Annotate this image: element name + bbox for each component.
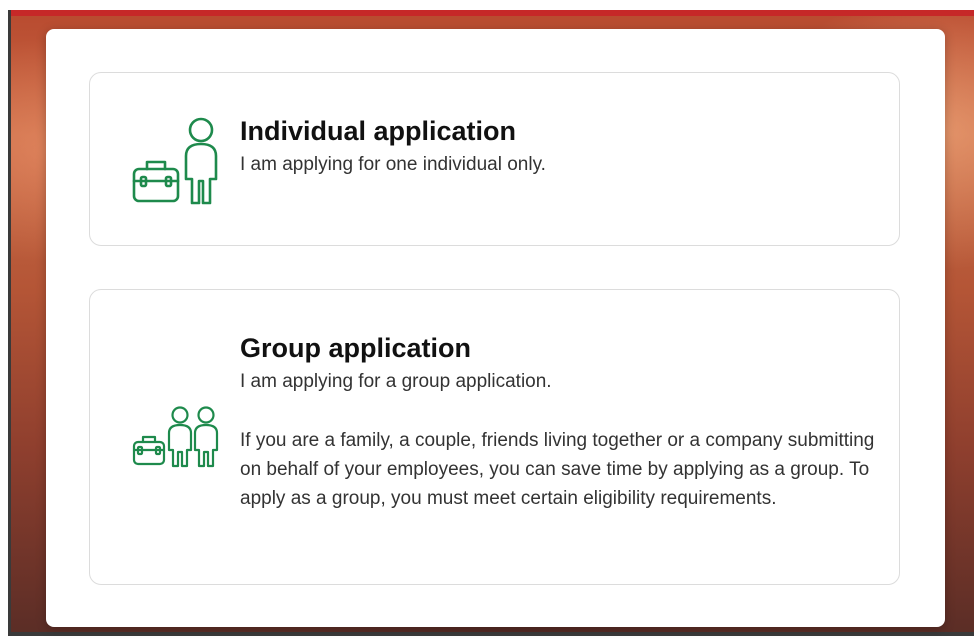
left-border bbox=[8, 10, 11, 636]
individual-application-option[interactable]: Individual application I am applying for… bbox=[89, 72, 900, 246]
group-with-briefcase-icon bbox=[132, 406, 220, 468]
group-application-subtitle: I am applying for a group application. bbox=[240, 371, 552, 392]
group-application-option[interactable]: Group application I am applying for a gr… bbox=[89, 289, 900, 585]
top-accent-bar bbox=[10, 10, 974, 16]
group-application-title: Group application bbox=[240, 333, 472, 363]
individual-with-briefcase-icon bbox=[132, 117, 220, 205]
individual-application-title: Individual application bbox=[240, 116, 517, 146]
individual-application-subtitle: I am applying for one individual only. bbox=[240, 154, 546, 175]
screen: Individual application I am applying for… bbox=[0, 0, 978, 639]
bottom-border bbox=[8, 632, 974, 636]
application-type-dialog: Individual application I am applying for… bbox=[46, 29, 945, 627]
group-application-description: If you are a family, a couple, friends l… bbox=[240, 430, 875, 509]
